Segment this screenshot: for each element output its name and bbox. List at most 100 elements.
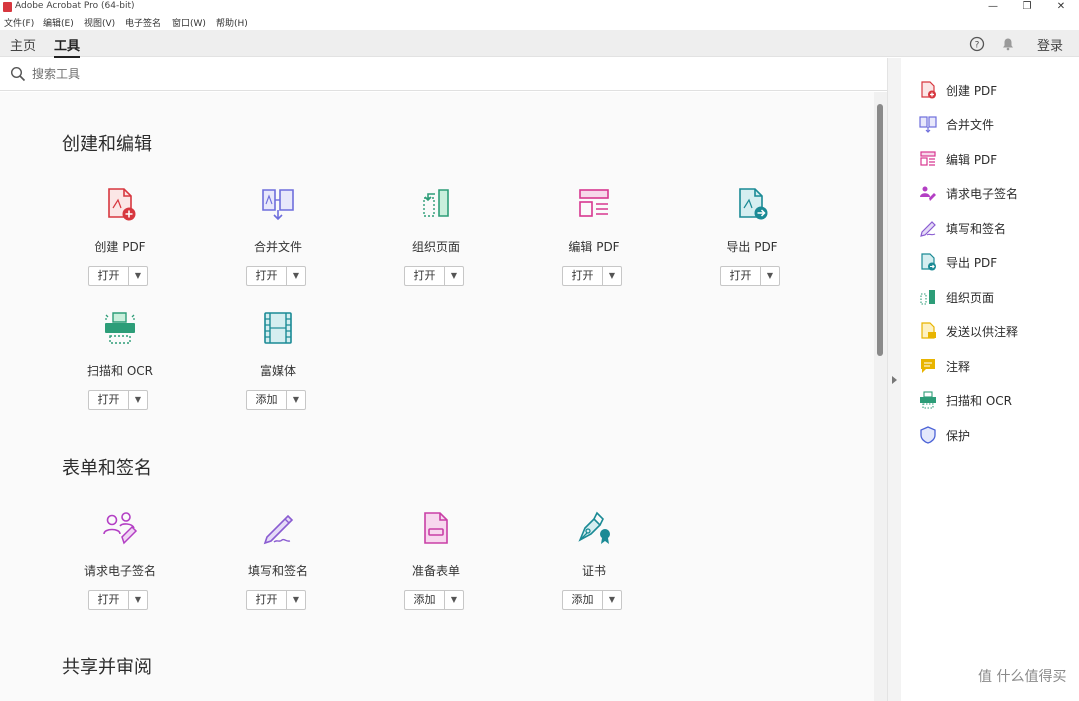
button-label[interactable]: 打开 — [89, 391, 129, 409]
open-button[interactable]: 打开 ▼ — [404, 266, 464, 286]
chevron-down-icon[interactable]: ▼ — [445, 591, 463, 609]
chevron-down-icon[interactable]: ▼ — [129, 591, 147, 609]
tool-certificate[interactable]: 证书 添加 ▼ — [534, 510, 654, 620]
tool-label: 请求电子签名 — [83, 564, 156, 578]
export-pdf-icon — [739, 188, 768, 220]
open-button[interactable]: 打开 ▼ — [246, 266, 306, 286]
vertical-scrollbar[interactable] — [874, 92, 887, 701]
rpane-item-comment[interactable]: 注释 — [919, 355, 1069, 377]
button-label[interactable]: 添加 — [405, 591, 445, 609]
create-pdf-icon — [108, 188, 136, 221]
button-label[interactable]: 打开 — [247, 591, 287, 609]
tool-combine-files[interactable]: 合并文件 打开 ▼ — [218, 186, 338, 296]
tool-label: 创建 PDF — [94, 240, 146, 254]
button-label[interactable]: 打开 — [89, 267, 129, 285]
button-label[interactable]: 打开 — [405, 267, 445, 285]
menu-edit[interactable]: 编辑(E) — [43, 16, 74, 29]
tool-request-esign[interactable]: 请求电子签名 打开 ▼ — [60, 510, 180, 620]
tool-prepare-form[interactable]: 准备表单 添加 ▼ — [376, 510, 496, 620]
rpane-label: 保护 — [946, 429, 971, 443]
menu-file[interactable]: 文件(F) — [4, 16, 34, 29]
open-button[interactable]: 打开 ▼ — [88, 590, 148, 610]
edit-pdf-icon — [920, 151, 936, 166]
tool-label: 填写和签名 — [247, 564, 308, 578]
button-label[interactable]: 添加 — [563, 591, 603, 609]
rpane-item-scan-ocr[interactable]: 扫描和 OCR — [919, 389, 1069, 411]
tool-scan-ocr[interactable]: 扫描和 OCR 打开 ▼ — [60, 310, 180, 420]
add-button[interactable]: 添加 ▼ — [562, 590, 622, 610]
create-pdf-icon — [921, 81, 936, 99]
button-label[interactable]: 打开 — [89, 591, 129, 609]
open-button[interactable]: 打开 ▼ — [88, 266, 148, 286]
bell-icon[interactable] — [1001, 37, 1015, 51]
window-title: Adobe Acrobat Pro (64-bit) — [15, 1, 135, 11]
signin-link[interactable]: 登录 — [1037, 35, 1063, 54]
open-button[interactable]: 打开 ▼ — [562, 266, 622, 286]
acrobat-logo-icon — [3, 2, 12, 12]
rpane-label: 填写和签名 — [946, 222, 1007, 236]
menu-window[interactable]: 窗口(W) — [172, 16, 206, 29]
chevron-down-icon[interactable]: ▼ — [287, 591, 305, 609]
search-icon — [10, 66, 26, 82]
rpane-item-send-for-comment[interactable]: 发送以供注释 — [919, 320, 1069, 342]
tool-label: 导出 PDF — [726, 240, 778, 254]
tool-export-pdf[interactable]: 导出 PDF 打开 ▼ — [692, 186, 812, 296]
tool-rich-media[interactable]: 富媒体 添加 ▼ — [218, 310, 338, 420]
combine-files-icon — [919, 116, 937, 133]
tool-fill-sign[interactable]: 填写和签名 打开 ▼ — [218, 510, 338, 620]
menu-view[interactable]: 视图(V) — [84, 16, 115, 29]
rpane-item-organize-pages[interactable]: 组织页面 — [919, 286, 1069, 308]
tab-home[interactable]: 主页 — [10, 35, 36, 54]
rpane-label: 导出 PDF — [946, 256, 998, 270]
chevron-right-icon[interactable] — [892, 376, 897, 384]
chevron-down-icon[interactable]: ▼ — [287, 391, 305, 409]
right-pane-toggle[interactable] — [887, 58, 901, 701]
tool-create-pdf[interactable]: 创建 PDF 打开 ▼ — [60, 186, 180, 296]
tool-label: 准备表单 — [411, 564, 460, 578]
open-button[interactable]: 打开 ▼ — [246, 590, 306, 610]
button-label[interactable]: 打开 — [247, 267, 287, 285]
add-button[interactable]: 添加 ▼ — [404, 590, 464, 610]
rpane-item-fill-sign[interactable]: 填写和签名 — [919, 217, 1069, 239]
chevron-down-icon[interactable]: ▼ — [761, 267, 779, 285]
certificate-icon — [578, 511, 610, 544]
rpane-item-request-esign[interactable]: 请求电子签名 — [919, 182, 1069, 204]
fill-sign-icon — [263, 514, 294, 545]
rpane-item-create-pdf[interactable]: 创建 PDF — [919, 79, 1069, 101]
tab-tools[interactable]: 工具 — [54, 35, 81, 58]
scrollbar-thumb[interactable] — [877, 104, 883, 356]
chevron-down-icon[interactable]: ▼ — [603, 591, 621, 609]
close-button[interactable]: ✕ — [1044, 0, 1078, 14]
right-pane: 创建 PDF 合并文件 编辑 PDF 请求电子签名 填写和签名 导出 PDF 组… — [901, 58, 1079, 701]
prepare-form-icon — [424, 512, 448, 544]
button-label[interactable]: 添加 — [247, 391, 287, 409]
protect-icon — [920, 426, 936, 444]
help-icon[interactable]: ? — [969, 36, 985, 52]
search-input[interactable] — [32, 65, 432, 83]
tool-edit-pdf[interactable]: 编辑 PDF 打开 ▼ — [534, 186, 654, 296]
chevron-down-icon[interactable]: ▼ — [129, 267, 147, 285]
rpane-item-combine-files[interactable]: 合并文件 — [919, 113, 1069, 135]
chevron-down-icon[interactable]: ▼ — [129, 391, 147, 409]
rpane-item-protect[interactable]: 保护 — [919, 424, 1069, 446]
minimize-button[interactable]: — — [976, 0, 1010, 14]
chevron-down-icon[interactable]: ▼ — [603, 267, 621, 285]
chevron-down-icon[interactable]: ▼ — [445, 267, 463, 285]
add-button[interactable]: 添加 ▼ — [246, 390, 306, 410]
section-title-share-review: 共享并审阅 — [62, 657, 152, 678]
rpane-item-export-pdf[interactable]: 导出 PDF — [919, 251, 1069, 273]
rpane-label: 编辑 PDF — [946, 153, 998, 167]
tool-label: 合并文件 — [253, 240, 302, 254]
menu-help[interactable]: 帮助(H) — [216, 16, 248, 29]
maximize-button[interactable]: ❐ — [1010, 0, 1044, 14]
open-button[interactable]: 打开 ▼ — [88, 390, 148, 410]
button-label[interactable]: 打开 — [563, 267, 603, 285]
button-label[interactable]: 打开 — [721, 267, 761, 285]
rpane-item-edit-pdf[interactable]: 编辑 PDF — [919, 148, 1069, 170]
tool-organize-pages[interactable]: 组织页面 打开 ▼ — [376, 186, 496, 296]
request-esign-icon — [920, 186, 936, 201]
menu-esign[interactable]: 电子签名 — [125, 16, 161, 29]
chevron-down-icon[interactable]: ▼ — [287, 267, 305, 285]
tool-label: 富媒体 — [259, 364, 296, 378]
open-button[interactable]: 打开 ▼ — [720, 266, 780, 286]
